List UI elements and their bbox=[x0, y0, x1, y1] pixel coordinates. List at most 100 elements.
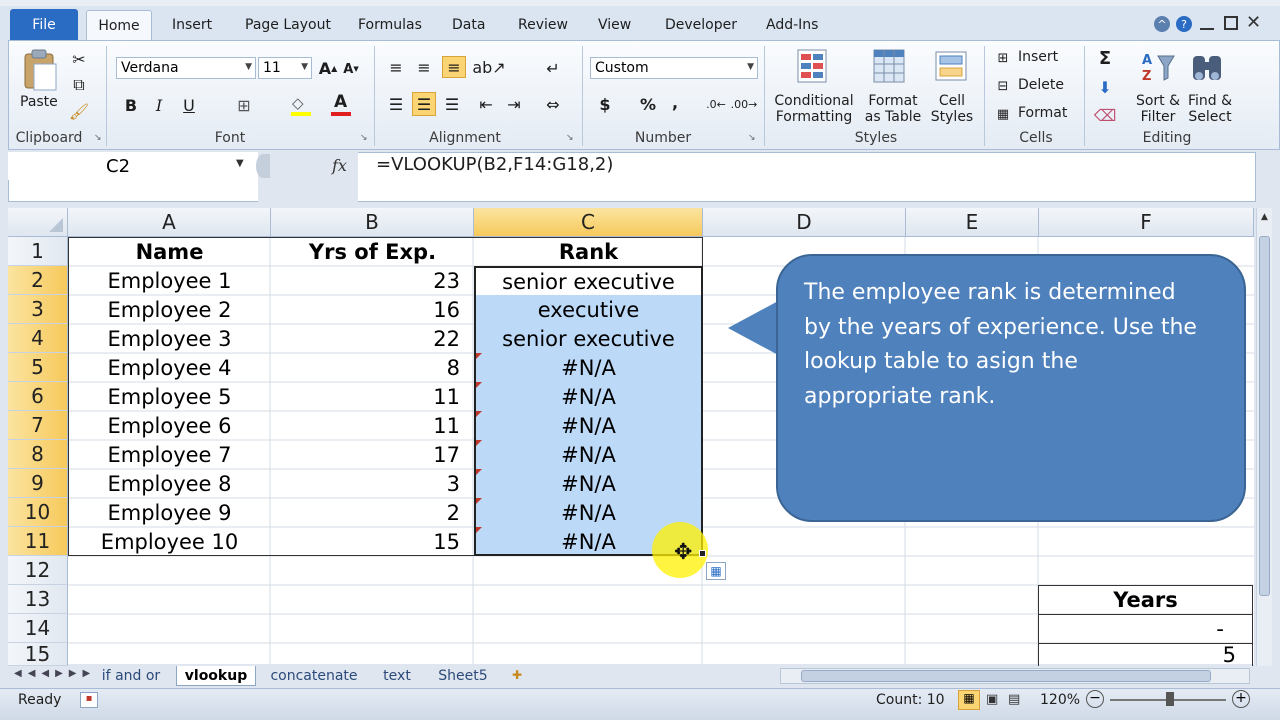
column-header-f[interactable]: F bbox=[1039, 208, 1254, 237]
cell-styles-button[interactable] bbox=[934, 48, 972, 86]
find-select-button[interactable] bbox=[1190, 50, 1226, 86]
number-launcher-icon[interactable]: ↘ bbox=[748, 133, 756, 143]
bold-icon[interactable]: B bbox=[122, 96, 140, 115]
minimize-window-icon[interactable] bbox=[1200, 16, 1214, 30]
decrease-indent-icon[interactable]: ⇤ bbox=[476, 94, 496, 114]
page-break-view-icon[interactable]: ▤ bbox=[1008, 692, 1020, 707]
middle-align-icon[interactable]: ≡ bbox=[414, 58, 434, 77]
page-layout-view-icon[interactable]: ▣ bbox=[986, 692, 998, 707]
close-window-icon[interactable]: ✕ bbox=[1246, 12, 1261, 33]
percent-icon[interactable]: % bbox=[638, 94, 658, 114]
formula-resize-handle[interactable] bbox=[256, 154, 270, 178]
cell-a3[interactable]: Employee 2 bbox=[68, 295, 271, 324]
align-left-icon[interactable]: ☰ bbox=[386, 94, 406, 114]
cell-c9[interactable]: #N/A bbox=[476, 469, 701, 498]
bottom-align-icon[interactable]: ≡ bbox=[442, 56, 466, 78]
shrink-font-icon[interactable]: A ▼ bbox=[342, 60, 360, 78]
cell-a5[interactable]: Employee 4 bbox=[68, 353, 271, 382]
paste-label[interactable]: Paste bbox=[20, 94, 58, 110]
vertical-scroll-thumb[interactable] bbox=[1259, 236, 1270, 596]
cell-b7[interactable]: 11 bbox=[271, 411, 474, 440]
tab-page-layout[interactable]: Page Layout bbox=[245, 10, 331, 40]
cell-b11[interactable]: 15 bbox=[271, 527, 474, 556]
cell-c6[interactable]: #N/A bbox=[476, 382, 701, 411]
copy-icon[interactable]: ⧉ bbox=[70, 75, 88, 94]
cell-b9[interactable]: 3 bbox=[271, 469, 474, 498]
cell-a9[interactable]: Employee 8 bbox=[68, 469, 271, 498]
normal-view-icon[interactable]: ▦ bbox=[958, 690, 980, 710]
row-header[interactable]: 14 bbox=[8, 614, 68, 643]
cell-b8[interactable]: 17 bbox=[271, 440, 474, 469]
cell-b6[interactable]: 11 bbox=[271, 382, 474, 411]
row-header[interactable]: 3 bbox=[8, 295, 68, 324]
tab-developer[interactable]: Developer bbox=[665, 10, 737, 40]
column-header-a[interactable]: A bbox=[68, 208, 271, 237]
header-rank[interactable]: Rank bbox=[474, 237, 703, 266]
align-center-icon[interactable]: ☰ bbox=[412, 92, 436, 116]
format-painter-icon[interactable]: 🖌 bbox=[69, 102, 89, 121]
tab-add-ins[interactable]: Add-Ins bbox=[766, 10, 818, 40]
row-header[interactable]: 12 bbox=[8, 556, 68, 585]
column-header-c[interactable]: C bbox=[474, 208, 703, 237]
sort-filter-button[interactable]: A Z bbox=[1140, 50, 1176, 86]
delete-cells-icon[interactable]: ⊟ bbox=[994, 78, 1012, 94]
font-name-combo[interactable]: Verdana ▼ bbox=[116, 57, 256, 79]
delete-cells-button[interactable]: Delete bbox=[1018, 77, 1064, 93]
increase-decimal-icon[interactable]: .0← bbox=[704, 94, 728, 114]
minimize-ribbon-icon[interactable]: ^ bbox=[1154, 16, 1170, 32]
cell-c7[interactable]: #N/A bbox=[476, 411, 701, 440]
header-years[interactable]: Yrs of Exp. bbox=[271, 237, 474, 266]
vertical-scrollbar[interactable]: ▲ bbox=[1256, 208, 1272, 666]
sheet-tab-if-and-or[interactable]: if and or bbox=[90, 666, 172, 686]
row-header[interactable]: 4 bbox=[8, 324, 68, 353]
cell-c8[interactable]: #N/A bbox=[476, 440, 701, 469]
cell-c4[interactable]: senior executive bbox=[476, 324, 701, 353]
tab-view[interactable]: View bbox=[598, 10, 631, 40]
sheet-tab-sheet5[interactable]: Sheet5 bbox=[428, 666, 498, 686]
cell-a7[interactable]: Employee 6 bbox=[68, 411, 271, 440]
fill-color-icon[interactable]: ◇ bbox=[290, 94, 312, 116]
cell-b2[interactable]: 23 bbox=[271, 266, 474, 295]
comma-style-icon[interactable]: , bbox=[668, 92, 682, 112]
find-select-label[interactable]: Find & Select bbox=[1186, 93, 1234, 125]
column-header-e[interactable]: E bbox=[906, 208, 1039, 237]
insert-sheet-icon[interactable]: ✚ bbox=[512, 668, 530, 684]
macro-record-icon[interactable]: ▪ bbox=[80, 692, 98, 708]
cell-b4[interactable]: 22 bbox=[271, 324, 474, 353]
lookup-cell-f15[interactable]: 5 bbox=[1039, 643, 1252, 666]
clipboard-launcher-icon[interactable]: ↘ bbox=[94, 133, 102, 143]
cell-b10[interactable]: 2 bbox=[271, 498, 474, 527]
zoom-in-icon[interactable]: + bbox=[1232, 690, 1250, 708]
auto-fill-options-icon[interactable]: ▦ bbox=[706, 562, 726, 580]
insert-cells-button[interactable]: Insert bbox=[1018, 49, 1058, 65]
row-header[interactable]: 13 bbox=[8, 585, 68, 614]
conditional-formatting-label[interactable]: Conditional Formatting bbox=[772, 93, 856, 125]
autosum-icon[interactable]: Σ bbox=[1096, 48, 1114, 69]
lookup-header-years[interactable]: Years bbox=[1039, 585, 1252, 614]
paste-button[interactable] bbox=[22, 48, 58, 92]
row-header[interactable]: 6 bbox=[8, 382, 68, 411]
restore-window-icon[interactable] bbox=[1224, 16, 1238, 30]
name-box[interactable]: C2 ▼ bbox=[8, 152, 258, 180]
cell-b3[interactable]: 16 bbox=[271, 295, 474, 324]
tab-formulas[interactable]: Formulas bbox=[358, 10, 422, 40]
fill-icon[interactable]: ⬇ bbox=[1096, 78, 1114, 97]
number-format-combo[interactable]: Custom ▼ bbox=[590, 57, 758, 79]
format-as-table-button[interactable] bbox=[872, 48, 910, 86]
grow-font-icon[interactable]: A ▲ bbox=[318, 58, 338, 78]
cell-c2-active[interactable]: senior executive bbox=[476, 268, 701, 295]
row-header[interactable]: 11 bbox=[8, 527, 68, 556]
cell-a10[interactable]: Employee 9 bbox=[68, 498, 271, 527]
column-header-b[interactable]: B bbox=[271, 208, 474, 237]
row-header[interactable]: 9 bbox=[8, 469, 68, 498]
conditional-formatting-button[interactable] bbox=[796, 48, 832, 86]
zoom-out-icon[interactable]: − bbox=[1086, 690, 1104, 708]
help-icon[interactable]: ? bbox=[1176, 16, 1192, 32]
currency-icon[interactable]: $ bbox=[596, 94, 614, 114]
row-header[interactable]: 5 bbox=[8, 353, 68, 382]
merge-center-icon[interactable]: ⇔ bbox=[542, 94, 564, 114]
tab-insert[interactable]: Insert bbox=[172, 10, 212, 40]
sort-filter-label[interactable]: Sort & Filter bbox=[1134, 93, 1182, 125]
cell-a8[interactable]: Employee 7 bbox=[68, 440, 271, 469]
tab-home[interactable]: Home bbox=[86, 10, 152, 40]
